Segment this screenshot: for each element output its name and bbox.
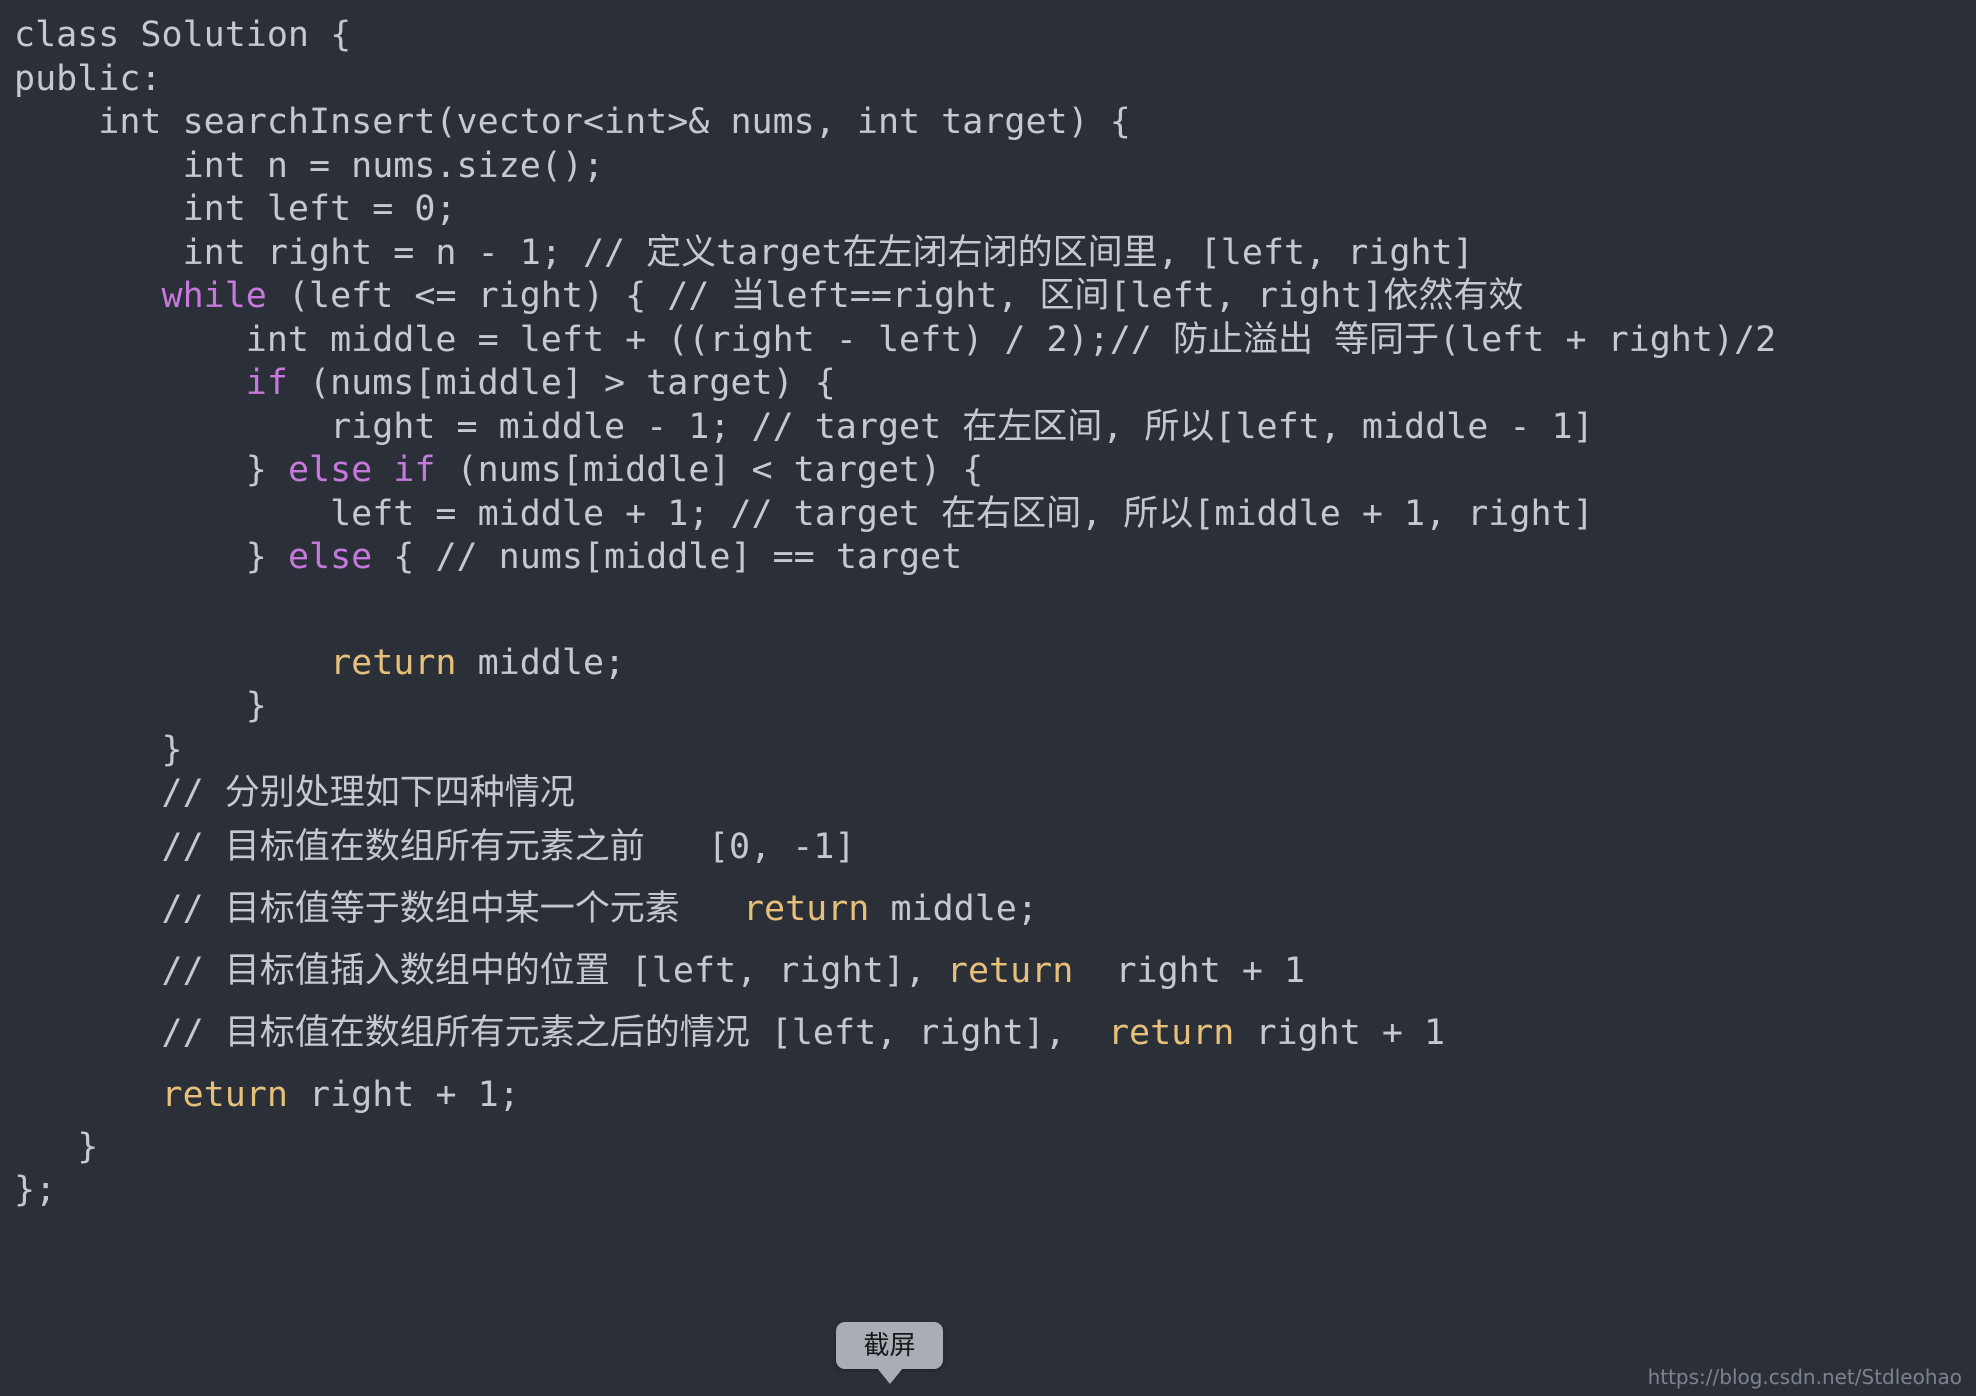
code-token-plain: (nums[middle] > target) { [287,363,836,403]
code-token-return: return [161,1074,288,1115]
code-token-plain: int searchInsert(vector<int>& nums, int … [14,102,1131,142]
code-line: while (left <= right) { // 当left==right,… [14,275,1976,319]
code-line: // 目标值在数组所有元素之前 [0, -1] [14,816,1976,878]
code-token-kw: else [287,537,373,577]
code-token-plain: // 目标值等于数组中某一个元素 [14,888,743,929]
code-token-kw: if [245,363,288,403]
screenshot-tooltip-label: 截屏 [863,1330,916,1361]
code-line: int left = 0; [14,188,1976,232]
code-token-return: return [330,642,457,683]
code-token-plain: (left <= right) { // 当left==right, 区间[le… [266,276,1524,316]
code-token-plain: } [14,537,288,577]
code-token-plain: class Solution { [14,15,352,55]
code-line: public: [14,58,1976,102]
code-token-plain: public: [14,58,162,99]
code-token-plain: int right = n - 1; // 定义target在左闭右闭的区间里,… [14,232,1474,273]
code-line: } [14,685,1976,729]
code-token-plain: left = middle + 1; // target 在右区间, 所以[mi… [14,493,1594,534]
code-token-plain: }; [14,1170,57,1210]
tooltip-pointer-icon [876,1368,903,1384]
code-line: } else if (nums[middle] < target) { [14,449,1976,493]
code-token-kw: while [161,276,267,316]
code-line: class Solution { [14,14,1976,58]
code-token-return: return [742,888,870,929]
code-token-plain: right + 1 [1073,950,1306,991]
code-editor-surface: class Solution {public: int searchInsert… [0,0,1976,1396]
code-token-plain: right + 1 [1234,1012,1446,1053]
code-token-plain: // 目标值插入数组中的位置 [left, right], [14,950,947,991]
code-token-plain: int middle = left + ((right - left) / 2)… [14,319,1777,360]
code-line: }; [14,1169,1976,1213]
code-line: } [14,729,1976,773]
code-line: // 分别处理如下四种情况 [14,772,1976,816]
code-line: int searchInsert(vector<int>& nums, int … [14,101,1976,145]
code-line: return middle; [14,642,1976,686]
code-line: } else { // nums[middle] == target [14,536,1976,580]
code-listing: class Solution {public: int searchInsert… [14,14,1976,1213]
code-token-plain: middle; [456,642,626,683]
code-token-return: return [946,950,1074,991]
code-token-plain: // 目标值在数组所有元素之后的情况 [left, right], [14,1012,1108,1053]
code-token-plain: int left = 0; [14,189,457,229]
code-token-plain: (nums[middle] < target) { [435,450,984,490]
code-token-plain: } [14,686,267,726]
code-line: int middle = left + ((right - left) / 2)… [14,319,1976,363]
code-line: } [14,1126,1976,1170]
code-token-plain: // 分别处理如下四种情况 [14,773,575,813]
code-token-plain: { // nums[middle] == target [372,537,963,577]
code-token-plain: // 目标值在数组所有元素之前 [0, -1] [14,826,856,867]
code-token-plain: } [14,450,288,490]
code-line: // 目标值等于数组中某一个元素 return middle; [14,878,1976,940]
code-token-plain: right + 1; [287,1074,520,1115]
screenshot-tooltip[interactable]: 截屏 [836,1322,943,1384]
code-token-plain: } [14,729,183,770]
code-token-plain: right = middle - 1; // target 在左区间, 所以[l… [14,406,1594,447]
code-token-return: return [1107,1012,1235,1053]
code-line: // 目标值插入数组中的位置 [left, right], return rig… [14,940,1976,1002]
code-line: // 目标值在数组所有元素之后的情况 [left, right], return… [14,1002,1976,1064]
code-line: if (nums[middle] > target) { [14,362,1976,406]
code-line: return right + 1; [14,1064,1976,1126]
code-token-plain: int n = nums.size(); [14,145,605,186]
code-line: int n = nums.size(); [14,145,1976,189]
watermark-url: https://blog.csdn.net/Stdleohao [1647,1365,1962,1389]
code-token-kw: else if [287,450,436,490]
code-token-plain: middle; [869,888,1038,929]
code-line: int right = n - 1; // 定义target在左闭右闭的区间里,… [14,232,1976,276]
code-line: right = middle - 1; // target 在左区间, 所以[l… [14,406,1976,450]
code-token-plain: } [14,1126,99,1167]
code-line: left = middle + 1; // target 在右区间, 所以[mi… [14,493,1976,537]
